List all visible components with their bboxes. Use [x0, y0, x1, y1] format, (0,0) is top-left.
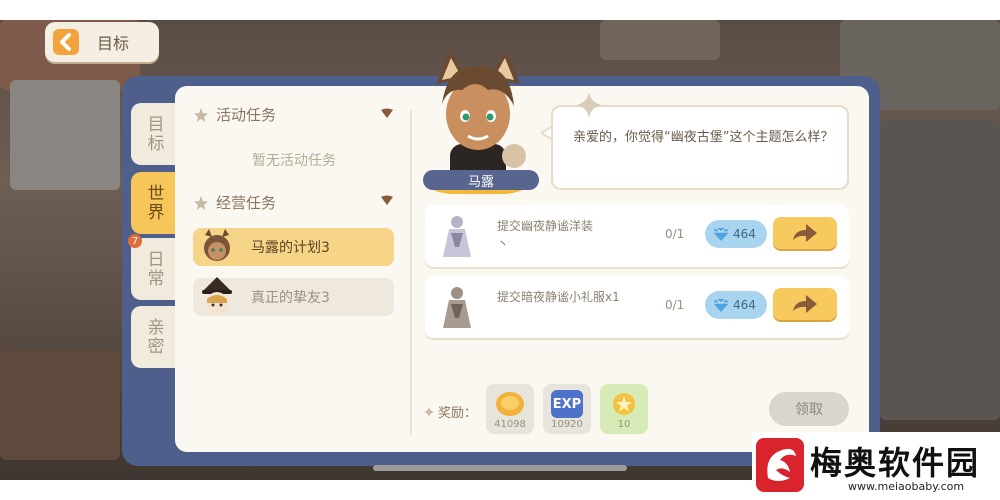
rewards-label-text: 奖励： — [438, 406, 478, 421]
panel-divider — [410, 110, 412, 435]
watermark-url: www.meiaobaby.com — [848, 480, 965, 493]
quest-description: 提交幽夜静谧洋装 丶 — [497, 219, 594, 251]
star-icon — [194, 195, 208, 210]
exp-icon: EXP — [551, 390, 583, 418]
arrow-forward-icon — [793, 224, 817, 242]
dress-item-icon — [443, 287, 471, 328]
reward-item[interactable]: 41098 — [486, 384, 534, 434]
go-button[interactable] — [773, 217, 837, 249]
tab-intimacy-label: 亲密 — [143, 318, 164, 356]
npc-avatar — [202, 277, 232, 314]
quest-progress: 0/1 — [665, 227, 685, 241]
activity-section-header: 活动任务 — [194, 104, 276, 125]
gold-coin-icon — [496, 392, 524, 416]
tab-daily-label: 日常 — [143, 250, 164, 288]
quest-progress: 0/1 — [665, 298, 685, 312]
reward-item[interactable]: EXP 10920 — [543, 384, 591, 434]
go-button[interactable] — [773, 288, 837, 320]
npc-avatar — [204, 229, 230, 261]
quest-description: 提交暗夜静谧小礼服x1 — [497, 290, 620, 304]
back-button[interactable]: 目标 — [45, 22, 159, 62]
sparkle-icon — [424, 406, 434, 417]
tab-goal[interactable]: 目标 — [131, 103, 177, 165]
star-token-icon — [613, 393, 635, 415]
dress-item-icon — [443, 216, 471, 257]
business-section-header: 经营任务 — [194, 192, 276, 213]
npc-name-tag: 马露 — [423, 170, 539, 190]
watermark: 梅奥软件园 www.meiaobaby.com — [752, 432, 1000, 500]
business-section-title: 经营任务 — [216, 194, 277, 212]
diamond-icon — [713, 227, 729, 241]
rewards-label: 奖励： — [424, 402, 477, 421]
task-item[interactable]: 真正的挚友3 — [193, 277, 394, 316]
daily-badge: 7 — [128, 234, 142, 248]
watermark-name: 梅奥软件园 — [810, 444, 981, 482]
gem-cost-pill: 464 — [705, 291, 767, 319]
task-name: 马露的计划3 — [251, 240, 330, 256]
task-item[interactable]: 马露的计划3 — [193, 228, 394, 266]
back-button-label: 目标 — [97, 34, 130, 53]
collapse-caret-icon[interactable] — [381, 195, 393, 205]
npc-dialogue-text: 亲爱的，你觉得“幽夜古堡”这个主题怎么样？ — [573, 130, 834, 145]
gem-cost-value: 464 — [733, 298, 756, 312]
activity-empty-text: 暂无活动任务 — [252, 153, 336, 169]
task-name: 真正的挚友3 — [251, 290, 330, 306]
reward-value: 10920 — [551, 419, 583, 430]
tab-world-label: 世界 — [143, 184, 164, 222]
quest-card: 提交幽夜静谧洋装 丶 0/1 464 — [425, 205, 849, 267]
reward-item[interactable]: 10 — [600, 384, 648, 434]
tab-world[interactable]: 世界 — [131, 172, 177, 234]
sparkle-icon — [576, 92, 602, 118]
reward-value: 41098 — [494, 419, 526, 430]
quest-card: 提交暗夜静谧小礼服x1 0/1 464 — [425, 276, 849, 338]
gem-cost-pill: 464 — [705, 220, 767, 248]
collapse-caret-icon[interactable] — [381, 108, 393, 118]
activity-section-title: 活动任务 — [216, 106, 277, 124]
letterbox-top — [0, 0, 1000, 20]
diamond-icon — [713, 298, 729, 312]
gem-cost-value: 464 — [733, 227, 756, 241]
dragon-logo-icon — [756, 438, 804, 492]
panel-handle — [373, 465, 627, 471]
tab-goal-label: 目标 — [143, 115, 164, 153]
claim-button[interactable]: 领取 — [769, 392, 849, 426]
star-icon — [194, 107, 208, 122]
chevron-left-icon — [53, 29, 79, 55]
reward-value: 10 — [617, 419, 631, 430]
arrow-forward-icon — [793, 295, 817, 313]
tab-intimacy[interactable]: 亲密 — [131, 306, 177, 368]
